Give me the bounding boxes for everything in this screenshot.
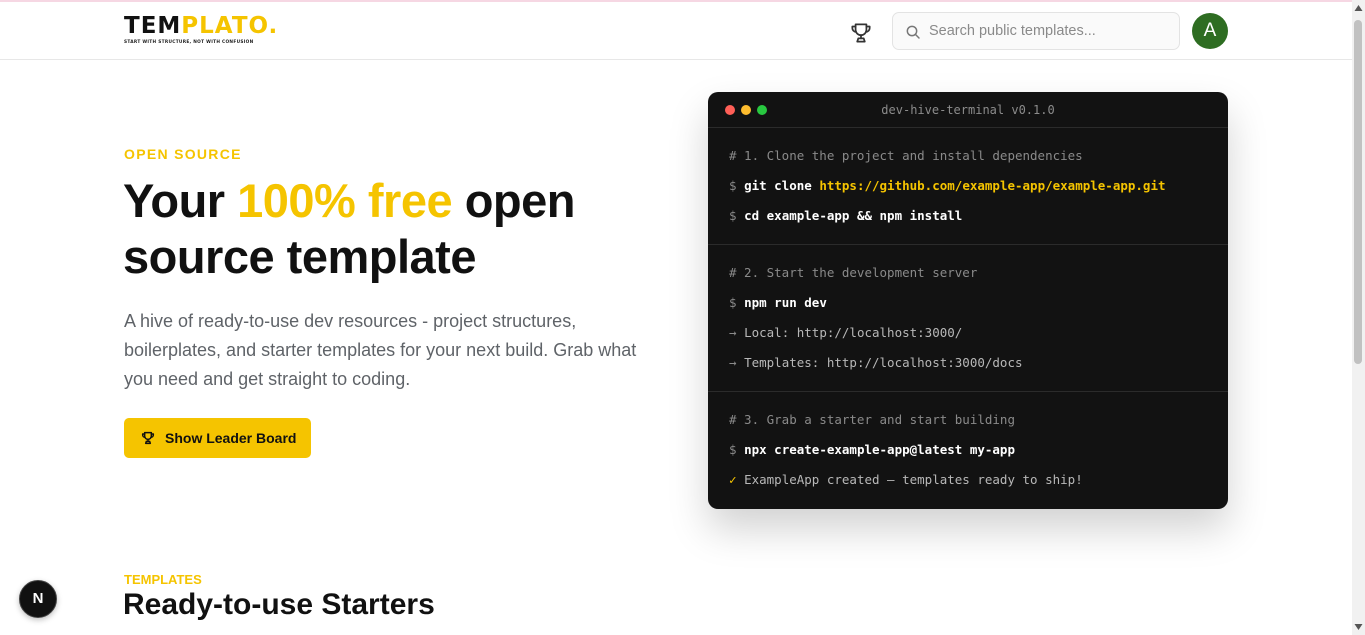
show-leader-board-label: Show Leader Board bbox=[165, 430, 297, 446]
arrow-right-icon: → bbox=[729, 325, 737, 340]
templates-section-title: Ready-to-use Starters bbox=[123, 588, 435, 621]
templato-logo[interactable]: TEMPLATO. START WITH STRUCTURE, NOT WITH… bbox=[124, 13, 277, 49]
terminal-step-2: # 2. Start the development server $ npm … bbox=[708, 245, 1228, 392]
terminal-line-clone: $ git clone https://github.com/example-a… bbox=[729, 178, 1166, 193]
terminal-line-templates: → Templates: http://localhost:3000/docs bbox=[729, 355, 1023, 370]
success-output: ExampleApp created — templates ready to … bbox=[744, 472, 1083, 487]
terminal-line-install: $ cd example-app && npm install bbox=[729, 208, 962, 223]
logo-tagline: START WITH STRUCTURE, NOT WITH CONFUSION bbox=[124, 40, 254, 45]
templates-url-output: Templates: http://localhost:3000/docs bbox=[744, 355, 1023, 370]
scrollbar-thumb[interactable] bbox=[1354, 20, 1362, 364]
show-leader-board-button[interactable]: Show Leader Board bbox=[124, 418, 311, 458]
scroll-up-arrow-icon[interactable] bbox=[1354, 4, 1363, 12]
nextjs-dev-badge[interactable]: N bbox=[19, 580, 57, 618]
templates-eyebrow: TEMPLATES bbox=[124, 572, 202, 587]
clone-command: git clone bbox=[744, 178, 812, 193]
trophy-icon bbox=[851, 23, 871, 43]
local-url-output: Local: http://localhost:3000/ bbox=[744, 325, 963, 340]
logo-prefix: TEM bbox=[124, 13, 182, 39]
hero-title: Your 100% free open source template bbox=[123, 173, 683, 285]
scroll-down-arrow-icon[interactable] bbox=[1354, 623, 1363, 631]
terminal-prompt: $ bbox=[729, 208, 737, 223]
terminal-window: dev-hive-terminal v0.1.0 # 1. Clone the … bbox=[708, 92, 1228, 509]
trophy-icon bbox=[141, 431, 155, 445]
repo-url-link[interactable]: https://github.com/example-app/example-a… bbox=[819, 178, 1165, 193]
top-navbar: TEMPLATO. START WITH STRUCTURE, NOT WITH… bbox=[0, 2, 1352, 60]
terminal-line-dev: $ npm run dev bbox=[729, 295, 827, 310]
terminal-prompt: $ bbox=[729, 178, 737, 193]
arrow-right-icon: → bbox=[729, 355, 737, 370]
terminal-comment: # 1. Clone the project and install depen… bbox=[729, 148, 1083, 163]
terminal-step-1: # 1. Clone the project and install depen… bbox=[708, 128, 1228, 245]
create-command: npx create-example-app@latest my-app bbox=[744, 442, 1015, 457]
user-avatar[interactable]: A bbox=[1192, 13, 1228, 49]
search-box[interactable] bbox=[892, 12, 1180, 50]
terminal-title-bar: dev-hive-terminal v0.1.0 bbox=[708, 92, 1228, 128]
leaderboard-trophy-button[interactable] bbox=[848, 20, 874, 46]
search-icon bbox=[906, 25, 920, 39]
page-scrollbar[interactable] bbox=[1352, 0, 1365, 635]
install-command: cd example-app && npm install bbox=[744, 208, 963, 223]
terminal-title: dev-hive-terminal v0.1.0 bbox=[881, 103, 1055, 117]
dev-command: npm run dev bbox=[744, 295, 827, 310]
terminal-prompt: $ bbox=[729, 442, 737, 457]
terminal-prompt: $ bbox=[729, 295, 737, 310]
logo-accent: PLATO. bbox=[181, 13, 279, 39]
terminal-line-create: $ npx create-example-app@latest my-app bbox=[729, 442, 1015, 457]
checkmark-icon: ✓ bbox=[729, 472, 737, 487]
terminal-line-success: ✓ ExampleApp created — templates ready t… bbox=[729, 472, 1083, 487]
logo-wordmark: TEMPLATO. bbox=[124, 13, 277, 39]
terminal-step-3: # 3. Grab a starter and start building $… bbox=[708, 392, 1228, 509]
terminal-comment: # 3. Grab a starter and start building bbox=[729, 412, 1015, 427]
hero-title-start: Your bbox=[123, 174, 238, 227]
hero-title-highlight: 100% free bbox=[237, 174, 453, 227]
search-input[interactable] bbox=[929, 13, 1169, 49]
hero-eyebrow: OPEN SOURCE bbox=[124, 146, 242, 162]
hero-description: A hive of ready-to-use dev resources - p… bbox=[124, 311, 637, 389]
terminal-comment: # 2. Start the development server bbox=[729, 265, 978, 280]
terminal-line-local: → Local: http://localhost:3000/ bbox=[729, 325, 962, 340]
